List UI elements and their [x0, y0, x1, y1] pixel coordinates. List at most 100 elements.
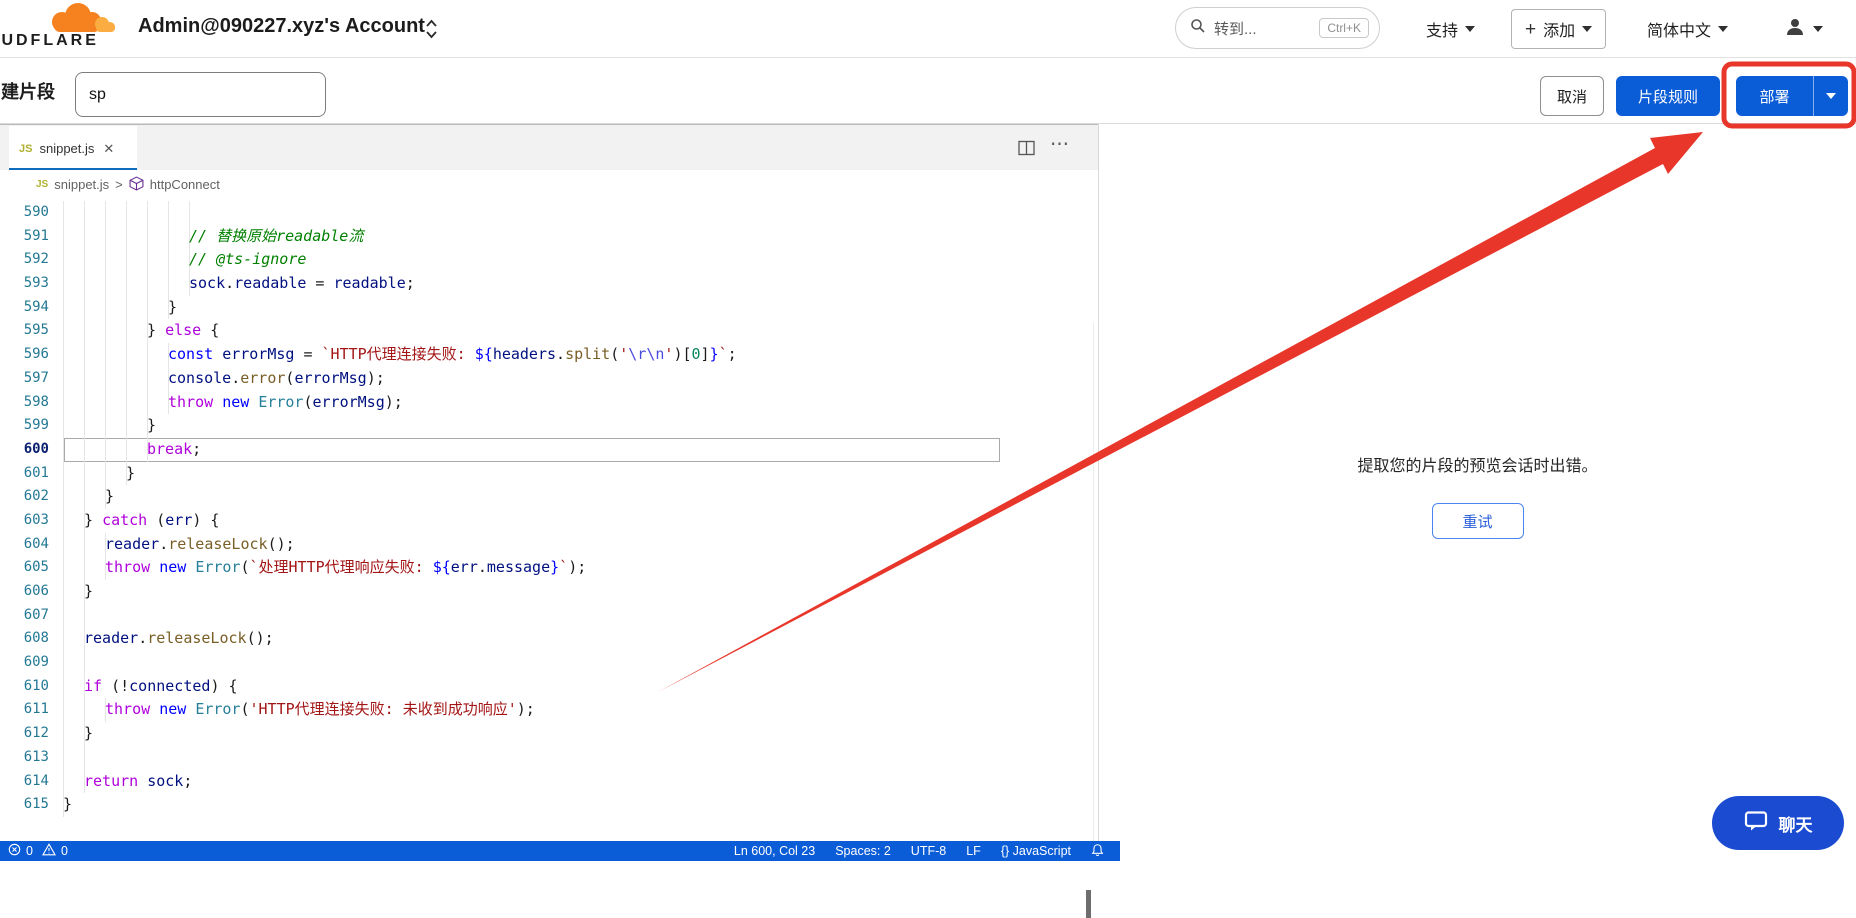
line-number[interactable]: 600: [0, 438, 49, 462]
code-text[interactable]: if (!connected) {: [84, 675, 238, 699]
deploy-split-button[interactable]: 部署: [1736, 76, 1848, 116]
code-line-605[interactable]: 605 throw new Error(`处理HTTP代理响应失败: ${err.…: [0, 556, 1098, 580]
code-text[interactable]: }: [63, 793, 72, 817]
add-button[interactable]: + 添加: [1511, 9, 1606, 49]
language-mode[interactable]: {} JavaScript: [1001, 844, 1071, 858]
line-number[interactable]: 607: [0, 604, 49, 628]
line-number[interactable]: 608: [0, 627, 49, 651]
line-number[interactable]: 611: [0, 698, 49, 722]
code-text[interactable]: throw new Error('HTTP代理连接失败: 未收到成功响应');: [105, 698, 535, 722]
code-line-609[interactable]: 609: [0, 651, 1098, 675]
code-text[interactable]: } else {: [147, 319, 219, 343]
code-text[interactable]: sock.readable = readable;: [189, 272, 415, 296]
line-number[interactable]: 614: [0, 770, 49, 794]
code-text[interactable]: throw new Error(errorMsg);: [168, 391, 403, 415]
code-line-606[interactable]: 606}: [0, 580, 1098, 604]
line-number[interactable]: 597: [0, 367, 49, 391]
code-line-608[interactable]: 608 reader.releaseLock();: [0, 627, 1098, 651]
code-text[interactable]: const errorMsg = `HTTP代理连接失败: ${headers.…: [168, 343, 737, 367]
code-text[interactable]: // 替换原始readable流: [189, 225, 363, 249]
code-line-603[interactable]: 603 } catch (err) {: [0, 509, 1098, 533]
line-number[interactable]: 602: [0, 485, 49, 509]
retry-button[interactable]: 重试: [1432, 503, 1524, 539]
code-line-594[interactable]: 594}: [0, 296, 1098, 320]
code-area[interactable]: 590591// 替换原始readable流592// @ts-ignore59…: [0, 199, 1098, 841]
line-number[interactable]: 606: [0, 580, 49, 604]
line-number[interactable]: 615: [0, 793, 49, 817]
line-number[interactable]: 605: [0, 556, 49, 580]
code-line-604[interactable]: 604reader.releaseLock();: [0, 533, 1098, 557]
line-number[interactable]: 612: [0, 722, 49, 746]
encoding-setting[interactable]: UTF-8: [911, 844, 946, 858]
line-number[interactable]: 591: [0, 225, 49, 249]
code-line-591[interactable]: 591 // 替换原始readable流: [0, 225, 1098, 249]
line-number[interactable]: 601: [0, 462, 49, 486]
notifications-bell-icon[interactable]: [1091, 843, 1104, 860]
code-text[interactable]: break;: [147, 438, 201, 462]
code-line-610[interactable]: 610 if (!connected) {: [0, 675, 1098, 699]
code-text[interactable]: console.error(errorMsg);: [168, 367, 385, 391]
line-number[interactable]: 592: [0, 248, 49, 272]
global-search[interactable]: 转到... Ctrl+K: [1175, 7, 1380, 49]
code-line-607[interactable]: 607: [0, 604, 1098, 628]
code-text[interactable]: throw new Error(`处理HTTP代理响应失败: ${err.mes…: [105, 556, 586, 580]
breadcrumb-file[interactable]: snippet.js: [54, 177, 109, 192]
line-number[interactable]: 613: [0, 746, 49, 770]
code-line-612[interactable]: 612}: [0, 722, 1098, 746]
code-text[interactable]: }: [105, 485, 114, 509]
code-text[interactable]: reader.releaseLock();: [84, 627, 274, 651]
line-number[interactable]: 598: [0, 391, 49, 415]
split-editor-icon[interactable]: [1018, 140, 1035, 161]
code-text[interactable]: } catch (err) {: [84, 509, 219, 533]
indentation-setting[interactable]: Spaces: 2: [835, 844, 891, 858]
code-line-590[interactable]: 590: [0, 201, 1098, 225]
line-number[interactable]: 595: [0, 319, 49, 343]
more-actions-icon[interactable]: ⋯: [1050, 133, 1070, 156]
line-number[interactable]: 599: [0, 414, 49, 438]
chat-button[interactable]: 聊天: [1712, 796, 1844, 850]
line-number[interactable]: 610: [0, 675, 49, 699]
tab-snippet-js[interactable]: JS snippet.js ✕: [9, 126, 137, 171]
code-text[interactable]: }: [147, 414, 156, 438]
deploy-button[interactable]: 部署: [1736, 76, 1813, 116]
code-text[interactable]: }: [126, 462, 135, 486]
code-line-613[interactable]: 613: [0, 746, 1098, 770]
snippet-name-input[interactable]: [75, 72, 326, 117]
code-text[interactable]: }: [168, 296, 177, 320]
cancel-button[interactable]: 取消: [1540, 76, 1604, 116]
code-line-600[interactable]: 600 break;: [0, 438, 1098, 462]
line-number[interactable]: 590: [0, 201, 49, 225]
vertical-scrollbar-thumb[interactable]: [1086, 890, 1091, 918]
code-line-595[interactable]: 595 } else {: [0, 319, 1098, 343]
support-menu[interactable]: 支持: [1426, 0, 1475, 58]
breadcrumb[interactable]: JS snippet.js > httpConnect: [0, 170, 1098, 199]
line-number[interactable]: 603: [0, 509, 49, 533]
line-number[interactable]: 594: [0, 296, 49, 320]
line-number[interactable]: 593: [0, 272, 49, 296]
deploy-dropdown-button[interactable]: [1813, 76, 1848, 116]
code-line-593[interactable]: 593 sock.readable = readable;: [0, 272, 1098, 296]
code-text[interactable]: // @ts-ignore: [189, 248, 306, 272]
code-line-598[interactable]: 598 throw new Error(errorMsg);: [0, 391, 1098, 415]
code-line-611[interactable]: 611 throw new Error('HTTP代理连接失败: 未收到成功响应'…: [0, 698, 1098, 722]
code-line-592[interactable]: 592 // @ts-ignore: [0, 248, 1098, 272]
code-line-597[interactable]: 597 console.error(errorMsg);: [0, 367, 1098, 391]
close-icon[interactable]: ✕: [103, 141, 114, 157]
code-line-615[interactable]: 615}: [0, 793, 1098, 817]
snippet-rules-button[interactable]: 片段规则: [1616, 76, 1720, 116]
account-switcher-icon[interactable]: [424, 17, 439, 46]
code-line-599[interactable]: 599}: [0, 414, 1098, 438]
user-menu[interactable]: [1784, 0, 1823, 58]
code-text[interactable]: }: [84, 580, 93, 604]
code-text[interactable]: reader.releaseLock();: [105, 533, 295, 557]
code-text[interactable]: return sock;: [84, 770, 192, 794]
code-line-614[interactable]: 614 return sock;: [0, 770, 1098, 794]
eol-setting[interactable]: LF: [966, 844, 981, 858]
code-line-602[interactable]: 602}: [0, 485, 1098, 509]
line-number[interactable]: 609: [0, 651, 49, 675]
breadcrumb-symbol[interactable]: httpConnect: [150, 177, 220, 192]
language-menu[interactable]: 简体中文: [1647, 0, 1728, 58]
code-line-596[interactable]: 596 const errorMsg = `HTTP代理连接失败: ${heade…: [0, 343, 1098, 367]
line-number[interactable]: 596: [0, 343, 49, 367]
code-line-601[interactable]: 601}: [0, 462, 1098, 486]
